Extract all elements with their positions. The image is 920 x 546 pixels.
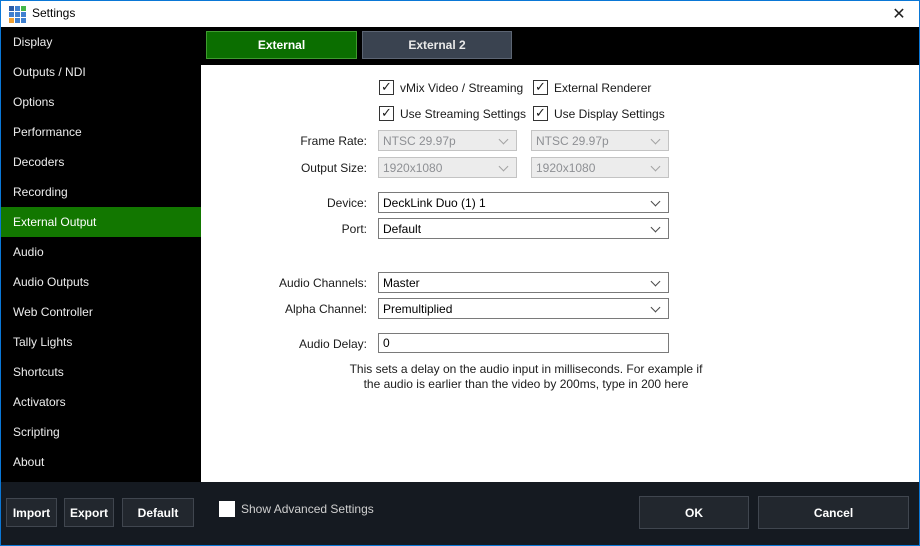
main-area: External External 2	[201, 27, 919, 482]
sidebar-item-decoders[interactable]: Decoders	[1, 147, 201, 177]
sidebar-item-tally-lights[interactable]: Tally Lights	[1, 327, 201, 357]
export-button[interactable]: Export	[64, 498, 114, 527]
output-size-label: Output Size:	[241, 161, 367, 175]
device-label: Device:	[241, 196, 367, 210]
output-size-select-2: 1920x1080	[531, 157, 669, 178]
sidebar-item-web-controller[interactable]: Web Controller	[1, 297, 201, 327]
settings-window: Settings Display Outputs / NDI Options P…	[0, 0, 920, 546]
sidebar-item-external-output[interactable]: External Output	[1, 207, 201, 237]
use-display-settings-option[interactable]: Use Display Settings	[533, 106, 665, 121]
use-streaming-settings-checkbox[interactable]	[379, 106, 394, 121]
window-title: Settings	[32, 6, 75, 20]
sidebar-item-options[interactable]: Options	[1, 87, 201, 117]
audio-delay-help-line2: the audio is earlier than the video by 2…	[346, 377, 706, 392]
frame-rate-value-1: NTSC 29.97p	[379, 134, 456, 148]
chevron-down-icon	[651, 222, 661, 232]
audio-channels-value: Master	[379, 276, 420, 290]
chevron-down-icon	[651, 276, 661, 286]
tab-external[interactable]: External	[206, 31, 357, 59]
ok-button[interactable]: OK	[639, 496, 749, 529]
sidebar-item-scripting[interactable]: Scripting	[1, 417, 201, 447]
device-value: DeckLink Duo (1) 1	[379, 196, 486, 210]
port-select[interactable]: Default	[378, 218, 669, 239]
frame-rate-value-2: NTSC 29.97p	[532, 134, 609, 148]
sidebar-item-display[interactable]: Display	[1, 27, 201, 57]
sidebar: Display Outputs / NDI Options Performanc…	[1, 27, 201, 482]
show-advanced-settings-label: Show Advanced Settings	[241, 502, 374, 516]
audio-delay-input[interactable]	[378, 333, 669, 353]
use-display-settings-label: Use Display Settings	[554, 107, 665, 121]
use-display-settings-checkbox[interactable]	[533, 106, 548, 121]
chevron-down-icon	[651, 302, 661, 312]
sidebar-item-activators[interactable]: Activators	[1, 387, 201, 417]
tab-external-2[interactable]: External 2	[362, 31, 512, 59]
vmix-video-streaming-option[interactable]: vMix Video / Streaming	[379, 80, 523, 95]
chevron-down-icon	[499, 161, 509, 171]
port-value: Default	[379, 222, 421, 236]
chevron-down-icon	[651, 196, 661, 206]
vmix-video-streaming-label: vMix Video / Streaming	[400, 81, 523, 95]
alpha-channel-select[interactable]: Premultiplied	[378, 298, 669, 319]
audio-delay-help: This sets a delay on the audio input in …	[346, 362, 706, 392]
device-select[interactable]: DeckLink Duo (1) 1	[378, 192, 669, 213]
vmix-video-streaming-checkbox[interactable]	[379, 80, 394, 95]
audio-delay-help-line1: This sets a delay on the audio input in …	[346, 362, 706, 377]
audio-channels-label: Audio Channels:	[241, 276, 367, 290]
sidebar-item-recording[interactable]: Recording	[1, 177, 201, 207]
import-button[interactable]: Import	[6, 498, 57, 527]
external-renderer-option[interactable]: External Renderer	[533, 80, 651, 95]
alpha-channel-value: Premultiplied	[379, 302, 452, 316]
external-renderer-label: External Renderer	[554, 81, 651, 95]
audio-delay-label: Audio Delay:	[241, 337, 367, 351]
output-size-value-1: 1920x1080	[379, 161, 442, 175]
external-renderer-checkbox[interactable]	[533, 80, 548, 95]
frame-rate-select-2: NTSC 29.97p	[531, 130, 669, 151]
close-icon[interactable]	[887, 3, 911, 25]
chevron-down-icon	[651, 161, 661, 171]
port-label: Port:	[241, 222, 367, 236]
sidebar-item-shortcuts[interactable]: Shortcuts	[1, 357, 201, 387]
frame-rate-label: Frame Rate:	[241, 134, 367, 148]
sidebar-item-outputs-ndi[interactable]: Outputs / NDI	[1, 57, 201, 87]
chevron-down-icon	[499, 134, 509, 144]
sidebar-item-audio[interactable]: Audio	[1, 237, 201, 267]
use-streaming-settings-option[interactable]: Use Streaming Settings	[379, 106, 526, 121]
chevron-down-icon	[651, 134, 661, 144]
titlebar: Settings	[1, 1, 919, 27]
use-streaming-settings-label: Use Streaming Settings	[400, 107, 526, 121]
frame-rate-select-1: NTSC 29.97p	[378, 130, 517, 151]
sidebar-item-performance[interactable]: Performance	[1, 117, 201, 147]
output-size-select-1: 1920x1080	[378, 157, 517, 178]
output-size-value-2: 1920x1080	[532, 161, 595, 175]
alpha-channel-label: Alpha Channel:	[241, 302, 367, 316]
default-button[interactable]: Default	[122, 498, 194, 527]
show-advanced-settings-checkbox[interactable]	[219, 501, 235, 517]
audio-channels-select[interactable]: Master	[378, 272, 669, 293]
sidebar-item-about[interactable]: About	[1, 447, 201, 477]
cancel-button[interactable]: Cancel	[758, 496, 909, 529]
vmix-logo-icon	[9, 6, 26, 23]
sidebar-item-audio-outputs[interactable]: Audio Outputs	[1, 267, 201, 297]
show-advanced-settings-option[interactable]: Show Advanced Settings	[219, 501, 374, 517]
